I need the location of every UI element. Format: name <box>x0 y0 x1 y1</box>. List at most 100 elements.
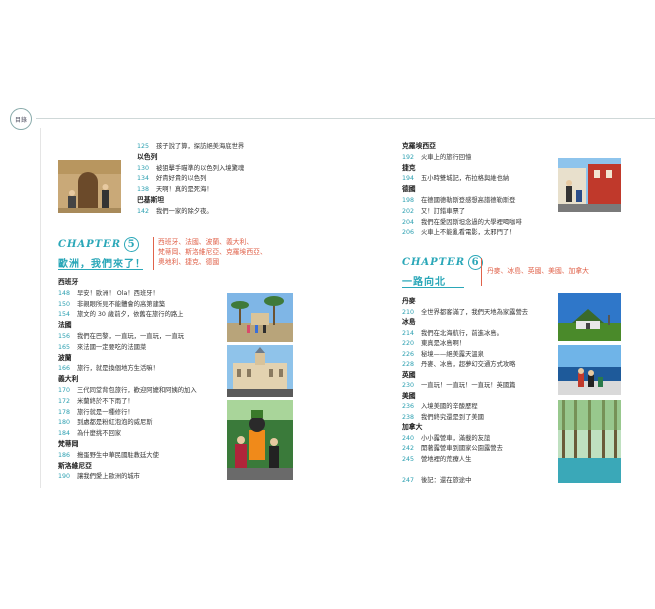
section-heading: 義大利 <box>58 375 79 384</box>
photo-goofy <box>227 400 293 480</box>
entry-title: 小小露營車，滿載的友誼 <box>421 434 491 442</box>
toc-entry: 198 在德國德勒斯登感想高譜德勒斯登 <box>402 196 515 205</box>
chapter6-regions: 丹麥、冰島、英國、美國、加拿大 <box>487 267 589 275</box>
entry-title: 旅行就是一種修行！ <box>77 408 134 416</box>
page-number: 198 <box>402 197 415 204</box>
entry-title: 秘境——絕美露天溫泉 <box>421 350 484 358</box>
toc-entry: 210 全世界都客滿了，我們天地為家露營去 <box>402 308 528 317</box>
photo-iceland-house <box>558 293 621 341</box>
entry-title: 天啊！真的是死海！ <box>156 186 213 194</box>
section-heading: 英國 <box>402 370 416 379</box>
chapter5-number: 5 <box>124 237 140 252</box>
entry-title: 全世界都客滿了，我們天地為家露營去 <box>421 308 529 316</box>
page-number: 190 <box>58 473 71 481</box>
section-heading: 美國 <box>402 391 416 400</box>
toc-entry: 245 營地裡的荒療人生 <box>402 455 471 464</box>
section-heading: 以色列 <box>137 152 158 161</box>
page-number: 130 <box>137 164 150 172</box>
chapter5-regions: 西班牙、法國、波蘭、義大利、 梵蒂岡、斯洛維尼亞、克羅埃西亞、 奧地利、捷克、德… <box>158 238 267 266</box>
section-heading: 波蘭 <box>58 353 72 362</box>
toc-entry: 230 一直玩！一直玩！一直玩！英國篇 <box>402 381 515 390</box>
entry-title: 旅行，就是換個地方生活嘛！ <box>77 365 159 373</box>
toc-entry: 148 早安！歐洲！ Ola！西班牙！ <box>58 289 159 298</box>
toc-entry: 220 東真是冰島啊！ <box>402 339 465 348</box>
entry-title: 五小時雙城記，布拉格與維也納 <box>421 175 510 183</box>
toc-entry: 156 我們在巴黎，一直玩，一直玩，一直玩 <box>58 332 184 341</box>
entry-title: 丹麥、冰島，超夢幻交通方式攻略 <box>421 361 516 368</box>
section-heading: 冰島 <box>402 318 416 326</box>
entry-title: 我們在愛因斯坦念過的大學裡喝咖啡 <box>421 218 522 226</box>
page-number: 202 <box>402 207 415 215</box>
page-number: 142 <box>137 207 150 215</box>
chapter5-underline <box>58 269 143 270</box>
toc-entry: 165 來法國一定要吃的法國菜 <box>58 343 146 352</box>
page-number: 194 <box>402 175 415 183</box>
toc-entry: 194 五小時雙城記，布拉格與維也納 <box>402 174 509 183</box>
header-rule <box>36 118 655 119</box>
page-number: 247 <box>402 476 415 484</box>
toc-page: 目錄 125 孩子說了算，探訪絕美海底世界 以色列 130 被狙擊手瞄準的以色列入境驚魂… <box>0 0 655 609</box>
page-number: 178 <box>58 408 71 416</box>
toc-entry: 226 秘境——絕美露天溫泉 <box>402 350 484 359</box>
page-number: 154 <box>58 311 71 319</box>
entry-title: 在德國德勒斯登感想高譜德勒斯登 <box>421 197 516 204</box>
page-number: 242 <box>402 445 415 452</box>
entry-title: 火車上的旅行回憶 <box>421 153 472 161</box>
entry-title: 三代同堂背包旅行，歡迎阿嬤和阿姨的加入 <box>77 387 197 394</box>
entry-title: 旅文的 30 歲前夕，依舊在旅行的路上 <box>77 311 184 319</box>
photo-gaudi-park <box>227 293 293 342</box>
page-number: 148 <box>58 289 71 297</box>
chapter5-divider <box>153 237 154 270</box>
left-margin-rule <box>40 128 41 488</box>
chapter5-title: 歐洲，我們來了！ <box>58 259 146 270</box>
page-number: 204 <box>402 218 415 226</box>
section-heading: 加拿大 <box>402 423 423 431</box>
section-heading: 捷克 <box>402 163 416 172</box>
page-number: 240 <box>402 434 415 442</box>
toc-entry: 172 米蘭終於不下雨了！ <box>58 397 134 406</box>
entry-title: 為什麼挑不回家 <box>77 430 122 438</box>
page-number: 186 <box>58 451 71 459</box>
toc-entry: 214 我們在北海航行，前進冰島。 <box>402 329 503 338</box>
page-number: 206 <box>402 229 415 237</box>
page-number: 165 <box>58 343 71 351</box>
entry-title: 營地裡的荒療人生 <box>421 455 472 463</box>
toc-entry: 238 我們終究還是到了美國 <box>402 413 484 422</box>
entry-title: 讓我們愛上歐洲的城市 <box>77 473 140 481</box>
photo-lake-boat <box>558 345 621 395</box>
page-number: 226 <box>402 350 415 358</box>
page-number: 192 <box>402 153 415 161</box>
page-number: 125 <box>137 143 150 150</box>
toc-entry: 247 後記：還在旅途中 <box>402 476 471 485</box>
entry-title: 到處都是粉紅泡泡的威尼斯 <box>77 419 153 427</box>
page-number: 210 <box>402 308 415 316</box>
toc-entry: 240 小小露營車，滿載的友誼 <box>402 434 490 443</box>
toc-entry: 125 孩子說了算，探訪絕美海底世界 <box>137 142 244 151</box>
chapter6-label: CHAPTER 6 <box>402 255 484 270</box>
entry-title: 米蘭終於不下雨了！ <box>77 397 134 405</box>
page-number: 245 <box>402 455 415 463</box>
toc-entry: 166 旅行，就是換個地方生活嘛！ <box>58 364 159 373</box>
page-number: 172 <box>58 397 71 405</box>
toc-entry: 142 我們一家的除夕夜。 <box>137 207 213 216</box>
photo-forest-lake <box>558 400 621 483</box>
page-number: 184 <box>58 430 71 438</box>
page-number: 214 <box>402 329 415 337</box>
section-heading: 斯洛維尼亞 <box>58 461 92 470</box>
section-heading: 巴基斯坦 <box>137 196 165 204</box>
toc-entry: 180 到處都是粉紅泡泡的威尼斯 <box>58 418 153 427</box>
section-heading: 德國 <box>402 185 416 194</box>
entry-title: 我們一家的除夕夜。 <box>156 207 213 215</box>
page-number: 230 <box>402 382 415 389</box>
toc-entry: 186 搗蛋野生中華民國駐教廷大使 <box>58 451 159 460</box>
section-heading: 丹麥 <box>402 297 416 305</box>
toc-entry: 192 火車上的旅行回憶 <box>402 153 471 162</box>
toc-entry: 228 丹麥、冰島，超夢幻交通方式攻略 <box>402 360 515 369</box>
entry-title: 開著露營車到國家公園露營去 <box>421 445 503 452</box>
entry-title: 我們終究還是到了美國 <box>421 413 484 421</box>
photo-palace <box>227 345 293 397</box>
section-heading: 梵蒂岡 <box>58 440 79 448</box>
section-heading: 克羅埃西亞 <box>402 142 436 150</box>
entry-title: 我們在巴黎，一直玩，一直玩，一直玩 <box>77 333 185 340</box>
entry-title: 後記：還在旅途中 <box>421 476 472 484</box>
